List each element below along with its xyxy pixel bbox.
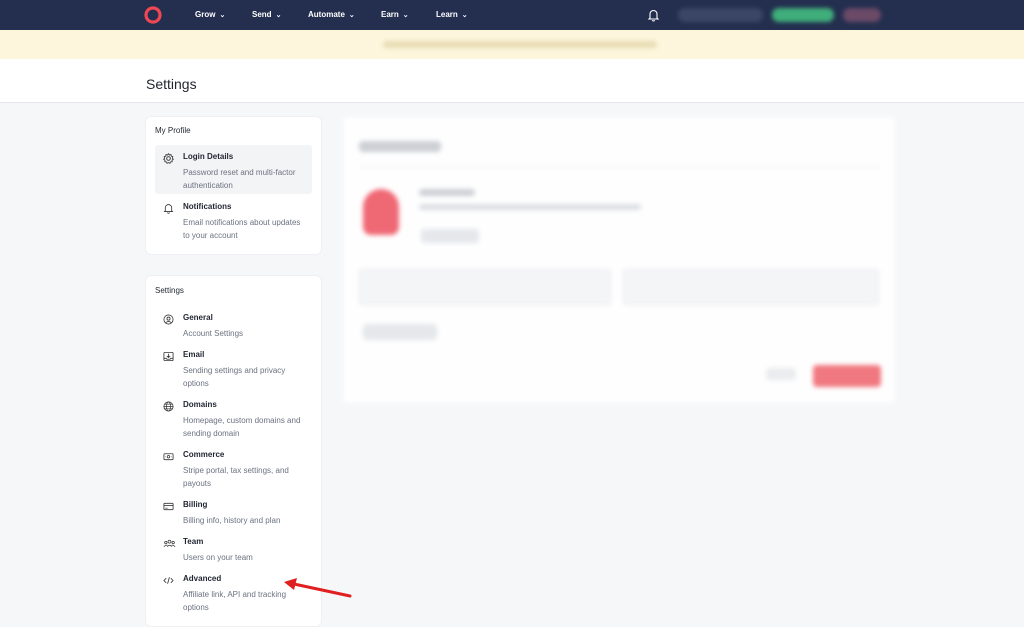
menu-item-notifications[interactable]: Notifications Email notifications about …	[155, 195, 312, 244]
advanced-title: Advanced	[183, 574, 222, 583]
menu-item-commerce[interactable]: Commerce Stripe portal, tax settings, an…	[155, 443, 312, 489]
general-title: General	[183, 313, 213, 322]
upload-button-blurred[interactable]	[421, 229, 479, 243]
menu-item-email[interactable]: Email Sending settings and privacy optio…	[155, 343, 312, 389]
annotation-arrow-icon	[284, 578, 352, 598]
nav-send-label: Send	[252, 10, 272, 19]
user-circle-icon	[163, 314, 174, 325]
top-navigation-bar: Grow ⌄ Send ⌄ Automate ⌄ Earn ⌄ Learn ⌄	[0, 0, 1024, 30]
notifications-title: Notifications	[183, 202, 232, 211]
nav-earn[interactable]: Earn ⌄	[381, 0, 409, 30]
settings-card: Settings General Account Settings Email …	[146, 276, 321, 626]
gear-icon	[163, 153, 174, 164]
chevron-down-icon: ⌄	[461, 12, 468, 19]
nav-earn-label: Earn	[381, 10, 399, 19]
menu-item-login-details[interactable]: Login Details Password reset and multi-f…	[155, 145, 312, 194]
billing-title: Billing	[183, 500, 208, 509]
save-button-blurred[interactable]	[813, 365, 881, 387]
page-title: Settings	[146, 76, 197, 92]
team-desc: Users on your team	[183, 553, 253, 562]
profile-name-blurred	[419, 189, 475, 196]
nav-grow[interactable]: Grow ⌄	[195, 0, 225, 30]
nav-automate-label: Automate	[308, 10, 345, 19]
team-title: Team	[183, 537, 204, 546]
notifications-desc: Email notifications about updates to you…	[183, 218, 301, 240]
settings-heading: Settings	[155, 286, 184, 295]
login-details-panel-blurred	[343, 117, 895, 403]
chevron-down-icon: ⌄	[275, 12, 282, 19]
menu-item-team[interactable]: Team Users on your team	[155, 530, 312, 564]
general-desc: Account Settings	[183, 329, 244, 338]
email-desc: Sending settings and privacy options	[183, 366, 286, 388]
nav-learn-label: Learn	[436, 10, 458, 19]
my-profile-heading: My Profile	[155, 126, 191, 135]
money-icon	[163, 453, 174, 461]
globe-icon	[163, 401, 174, 412]
secondary-button-blurred[interactable]	[363, 324, 437, 340]
commerce-desc: Stripe portal, tax settings, and payouts	[183, 466, 289, 488]
convertkit-logo-icon[interactable]	[143, 5, 163, 25]
chevron-down-icon: ⌄	[402, 12, 409, 19]
commerce-title: Commerce	[183, 450, 225, 459]
nav-grow-label: Grow	[195, 10, 216, 19]
credit-card-icon	[163, 502, 174, 511]
email-field-blurred[interactable]	[623, 269, 879, 305]
login-details-title: Login Details	[183, 152, 234, 161]
first-name-field-blurred[interactable]	[359, 269, 611, 305]
my-profile-card: My Profile Login Details Password reset …	[146, 117, 321, 254]
email-title: Email	[183, 350, 205, 359]
menu-item-general[interactable]: General Account Settings	[155, 306, 312, 340]
avatar-placeholder-blurred[interactable]	[363, 189, 399, 235]
announcement-banner	[0, 30, 1024, 59]
inbox-download-icon	[163, 351, 174, 362]
nav-automate[interactable]: Automate ⌄	[308, 0, 355, 30]
login-details-desc: Password reset and multi-factor authenti…	[183, 168, 296, 190]
avatar-blurred[interactable]	[843, 8, 881, 22]
billing-desc: Billing info, history and plan	[183, 516, 281, 525]
code-icon	[163, 577, 174, 584]
menu-item-billing[interactable]: Billing Billing info, history and plan	[155, 493, 312, 527]
account-name-blurred[interactable]	[678, 8, 763, 22]
bell-icon[interactable]	[647, 8, 660, 22]
domains-title: Domains	[183, 400, 217, 409]
domains-desc: Homepage, custom domains and sending dom…	[183, 416, 301, 438]
upgrade-button-blurred[interactable]	[772, 8, 834, 22]
panel-divider	[359, 167, 881, 168]
page-header: Settings	[0, 59, 1024, 103]
panel-title-blurred	[359, 141, 441, 152]
cancel-button-blurred[interactable]	[766, 368, 796, 380]
chevron-down-icon: ⌄	[348, 12, 355, 19]
profile-text-blurred	[419, 204, 641, 210]
team-icon	[163, 539, 176, 547]
menu-item-domains[interactable]: Domains Homepage, custom domains and sen…	[155, 393, 312, 439]
chevron-down-icon: ⌄	[219, 12, 226, 19]
nav-learn[interactable]: Learn ⌄	[436, 0, 468, 30]
banner-text-blurred	[383, 41, 657, 48]
nav-send[interactable]: Send ⌄	[252, 0, 281, 30]
bell-icon	[163, 204, 174, 214]
